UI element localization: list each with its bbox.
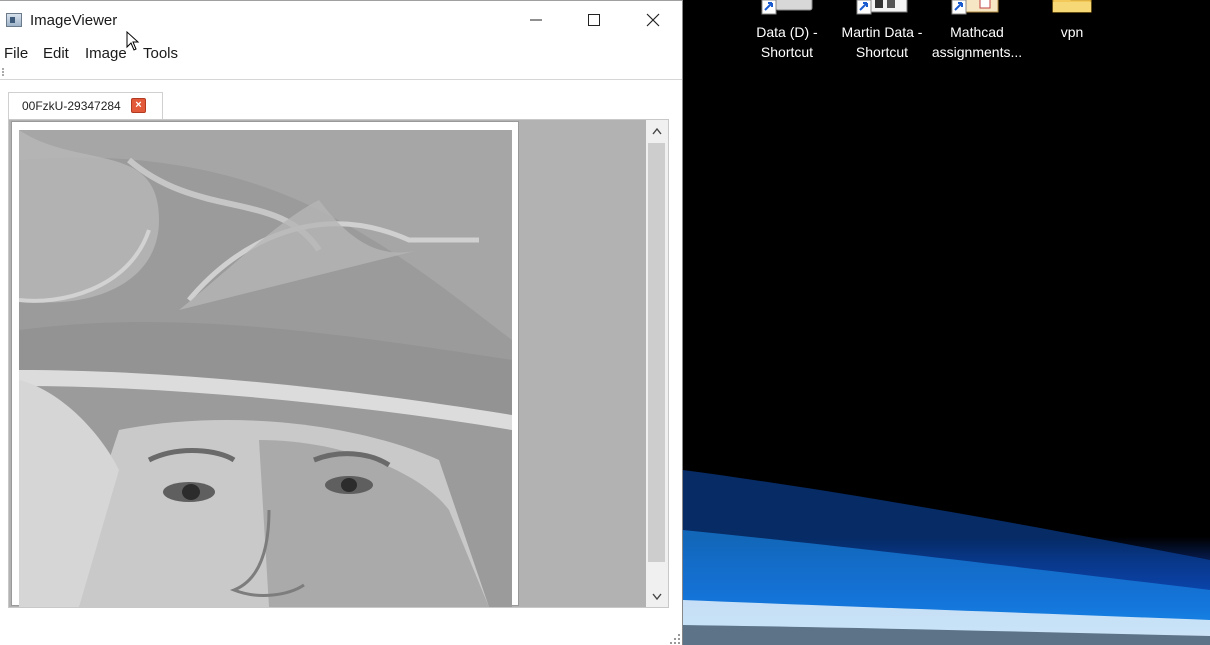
window-title: ImageViewer — [30, 12, 118, 29]
desktop-icon-martin-data[interactable]: Martin Data - Shortcut — [836, 0, 928, 62]
resize-grip[interactable] — [669, 633, 681, 645]
desktop-icon-label: Shortcut — [760, 44, 814, 60]
app-icon — [6, 13, 22, 27]
displayed-image — [19, 130, 512, 607]
tab-image[interactable]: 00FzkU-29347284 × — [8, 92, 163, 120]
menu-edit[interactable]: Edit — [43, 45, 69, 62]
toolbar-grip[interactable] — [2, 68, 5, 76]
desktop-icon-mathcad[interactable]: Mathcad assignments... — [931, 0, 1023, 62]
image-panel — [8, 119, 669, 608]
imageviewer-window: ImageViewer File Edit Image Tools 00FzkU… — [0, 0, 683, 645]
menu-image[interactable]: Image — [85, 45, 127, 62]
desktop-icon-label: Shortcut — [855, 44, 909, 60]
menu-divider — [0, 79, 682, 80]
menu-file[interactable]: File — [4, 45, 28, 62]
image-canvas[interactable] — [11, 121, 519, 607]
mouse-cursor-icon — [126, 31, 140, 51]
menu-bar: File Edit Image Tools — [0, 41, 682, 67]
folder-shortcut-icon — [856, 0, 908, 15]
drive-shortcut-icon — [761, 0, 813, 15]
minimize-button[interactable] — [507, 1, 565, 39]
desktop-icon-vpn[interactable]: vpn — [1026, 0, 1118, 42]
desktop-icon-label: Data (D) - — [756, 24, 818, 40]
scroll-down-button[interactable] — [646, 585, 668, 607]
folder-shortcut-icon — [951, 0, 999, 15]
desktop-icon-data-d[interactable]: Data (D) - Shortcut — [741, 0, 833, 62]
desktop-icon-label: assignments... — [931, 44, 1023, 60]
tab-label: 00FzkU-29347284 — [22, 99, 121, 113]
scroll-up-button[interactable] — [646, 120, 668, 142]
desktop-icon-label: Martin Data - — [841, 24, 923, 40]
wallpaper — [683, 405, 1210, 645]
desktop-icon-label: Mathcad — [950, 24, 1004, 40]
menu-tools[interactable]: Tools — [143, 45, 178, 62]
title-bar[interactable]: ImageViewer — [0, 1, 682, 39]
chevron-up-icon — [652, 127, 662, 134]
scroll-thumb[interactable] — [648, 143, 665, 562]
maximize-button[interactable] — [565, 1, 623, 39]
portrait-image — [19, 130, 512, 607]
vertical-scrollbar[interactable] — [646, 120, 668, 607]
tab-close-button[interactable]: × — [131, 98, 146, 113]
close-icon — [646, 13, 660, 27]
desktop-icon-label: vpn — [1060, 24, 1084, 40]
minimize-icon — [530, 19, 542, 21]
chevron-down-icon — [652, 593, 662, 600]
close-button[interactable] — [624, 1, 682, 39]
maximize-icon — [588, 14, 600, 26]
desktop: Data (D) - Shortcut Martin Data - Shortc… — [683, 0, 1210, 645]
folder-icon — [1052, 0, 1092, 13]
